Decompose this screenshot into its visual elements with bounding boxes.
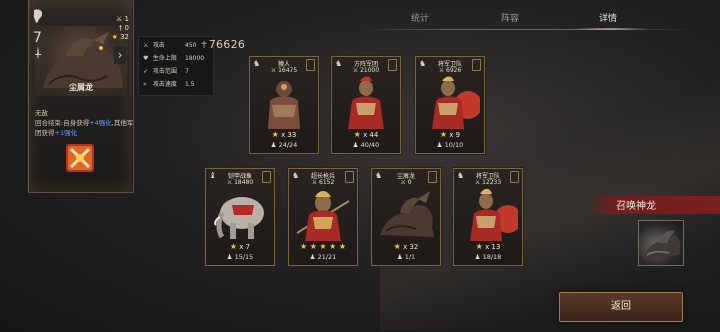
soldier-icon: ♟ <box>396 253 403 261</box>
heart-icon: ♥ <box>143 55 149 62</box>
speed-icon: » <box>143 81 147 88</box>
star-icon: ★ <box>111 33 118 41</box>
unit-card[interactable]: ♝ 铠甲战象 ⚔ 18480 ★ x 7 ♟ 15/15 <box>205 168 275 266</box>
unit-troops: ♟ 21/21 <box>309 253 337 261</box>
soldier-icon: ♟ <box>226 253 233 261</box>
dragon-crest-icon <box>31 8 45 24</box>
unit-portrait <box>420 75 482 129</box>
unit-power: ⚔ 18480 <box>226 179 254 186</box>
summon-dragon-label: 召唤神龙 <box>616 201 656 212</box>
unit-power: ⚔ 6152 <box>311 179 335 186</box>
tab-lineup[interactable]: 阵容 <box>490 10 530 28</box>
stat-speed: » 攻击速度 1.5 <box>143 81 195 88</box>
unit-count: ★ x 9 <box>439 130 461 139</box>
unit-portrait <box>254 75 314 129</box>
unit-count: ★ x 7 <box>229 242 251 251</box>
unit-power: ⚔ 0 <box>400 179 412 186</box>
hero-description: 无敌 回合结束:自身获得+4强化,其他军团获得+1强化 <box>35 108 135 138</box>
soldier-icon: ♟ <box>352 141 359 149</box>
star-icon: ★ ★ ★ ★ ★ <box>299 242 347 251</box>
unit-card[interactable]: ♞ 将军卫队 ⚔ 12233 ★ x 13 ♟ 18/18 <box>453 168 523 266</box>
unit-count: ★ x 44 <box>353 130 379 139</box>
range-icon: ➶ <box>143 68 149 75</box>
dragon-icon[interactable] <box>638 220 684 266</box>
hero-desc-line-1: 无敌 <box>35 109 48 117</box>
hero-stat-1: 1 <box>124 15 129 23</box>
unit-power: ⚔ 12233 <box>474 179 502 186</box>
unit-count: ★ x 33 <box>271 130 297 139</box>
hero-stat-2: 0 <box>124 24 129 32</box>
hero-stat-list: ⚔ 1 † 0 ★ 32 <box>111 15 129 42</box>
unit-portrait <box>293 187 353 241</box>
unit-troops: ♟ 15/15 <box>226 253 254 261</box>
unit-card[interactable]: ♞ 尘屑龙 ⚔ 0 ★ x 32 ♟ 1/1 <box>371 168 441 266</box>
unit-portrait <box>376 187 436 241</box>
unit-card[interactable]: ♞ 将军卫队 ⚔ 6926 ★ x 9 ♟ 10/10 <box>415 56 485 154</box>
sword-icon <box>33 46 43 60</box>
hero-desc-line-2: 回合结束:自身获得+4强化,其他军团获得+1强化 <box>35 119 134 137</box>
unit-troops: ♟ 1/1 <box>396 253 416 261</box>
sword-icon: ✝ <box>200 40 209 51</box>
stat-range: ➶ 攻击范围 7 <box>143 68 189 75</box>
unit-troops: ♟ 18/18 <box>474 253 502 261</box>
return-button[interactable]: 返回 <box>559 292 683 322</box>
sword-icon: ⚔ <box>116 15 123 23</box>
unit-portrait <box>458 187 522 241</box>
unit-card[interactable]: ♞ 超长枪兵 ⚔ 6152 ★ ★ ★ ★ ★ ♟ 21/21 <box>288 168 358 266</box>
stat-hp: ♥ 生命上限 18000 <box>143 55 205 62</box>
soldier-icon: ♟ <box>270 141 277 149</box>
unit-stars: ★ ★ ★ ★ ★ <box>289 242 357 251</box>
unit-count: ★ x 13 <box>475 242 501 251</box>
soldier-icon: ♟ <box>474 253 481 261</box>
attack-icon: ⚔ <box>143 42 149 49</box>
tab-stats[interactable]: 统计 <box>400 10 440 28</box>
unit-card[interactable]: ♞ 猿人 ⚔ 16475 ★ x 33 ♟ 24/24 <box>249 56 319 154</box>
hero-stat-3: 32 <box>120 33 129 41</box>
unit-power: ⚔ 16475 <box>270 67 298 74</box>
unit-count: ★ x 32 <box>393 242 419 251</box>
unit-portrait <box>336 75 396 129</box>
hero-name: 尘屑龙 <box>69 83 93 92</box>
hero-level: 7 <box>33 30 42 46</box>
dagger-icon: † <box>118 24 123 32</box>
chevron-right-icon[interactable]: › <box>114 46 126 64</box>
soldier-icon: ♟ <box>436 141 443 149</box>
unit-troops: ♟ 10/10 <box>436 141 464 149</box>
soldier-icon: ♟ <box>309 253 316 261</box>
unit-portrait <box>210 187 270 241</box>
active-tab-indicator <box>570 28 650 30</box>
unit-power: ⚔ 21000 <box>352 67 380 74</box>
unit-card[interactable]: ♞ 方阵军团 ⚔ 21000 ★ x 44 ♟ 40/40 <box>331 56 401 154</box>
unit-troops: ♟ 40/40 <box>352 141 380 149</box>
total-power: ✝76626 <box>200 38 246 51</box>
unit-troops: ♟ 24/24 <box>270 141 298 149</box>
crossed-swords-fire-icon[interactable] <box>64 142 96 174</box>
tab-details[interactable]: 详情 <box>588 10 628 28</box>
unit-power: ⚔ 6926 <box>438 67 462 74</box>
